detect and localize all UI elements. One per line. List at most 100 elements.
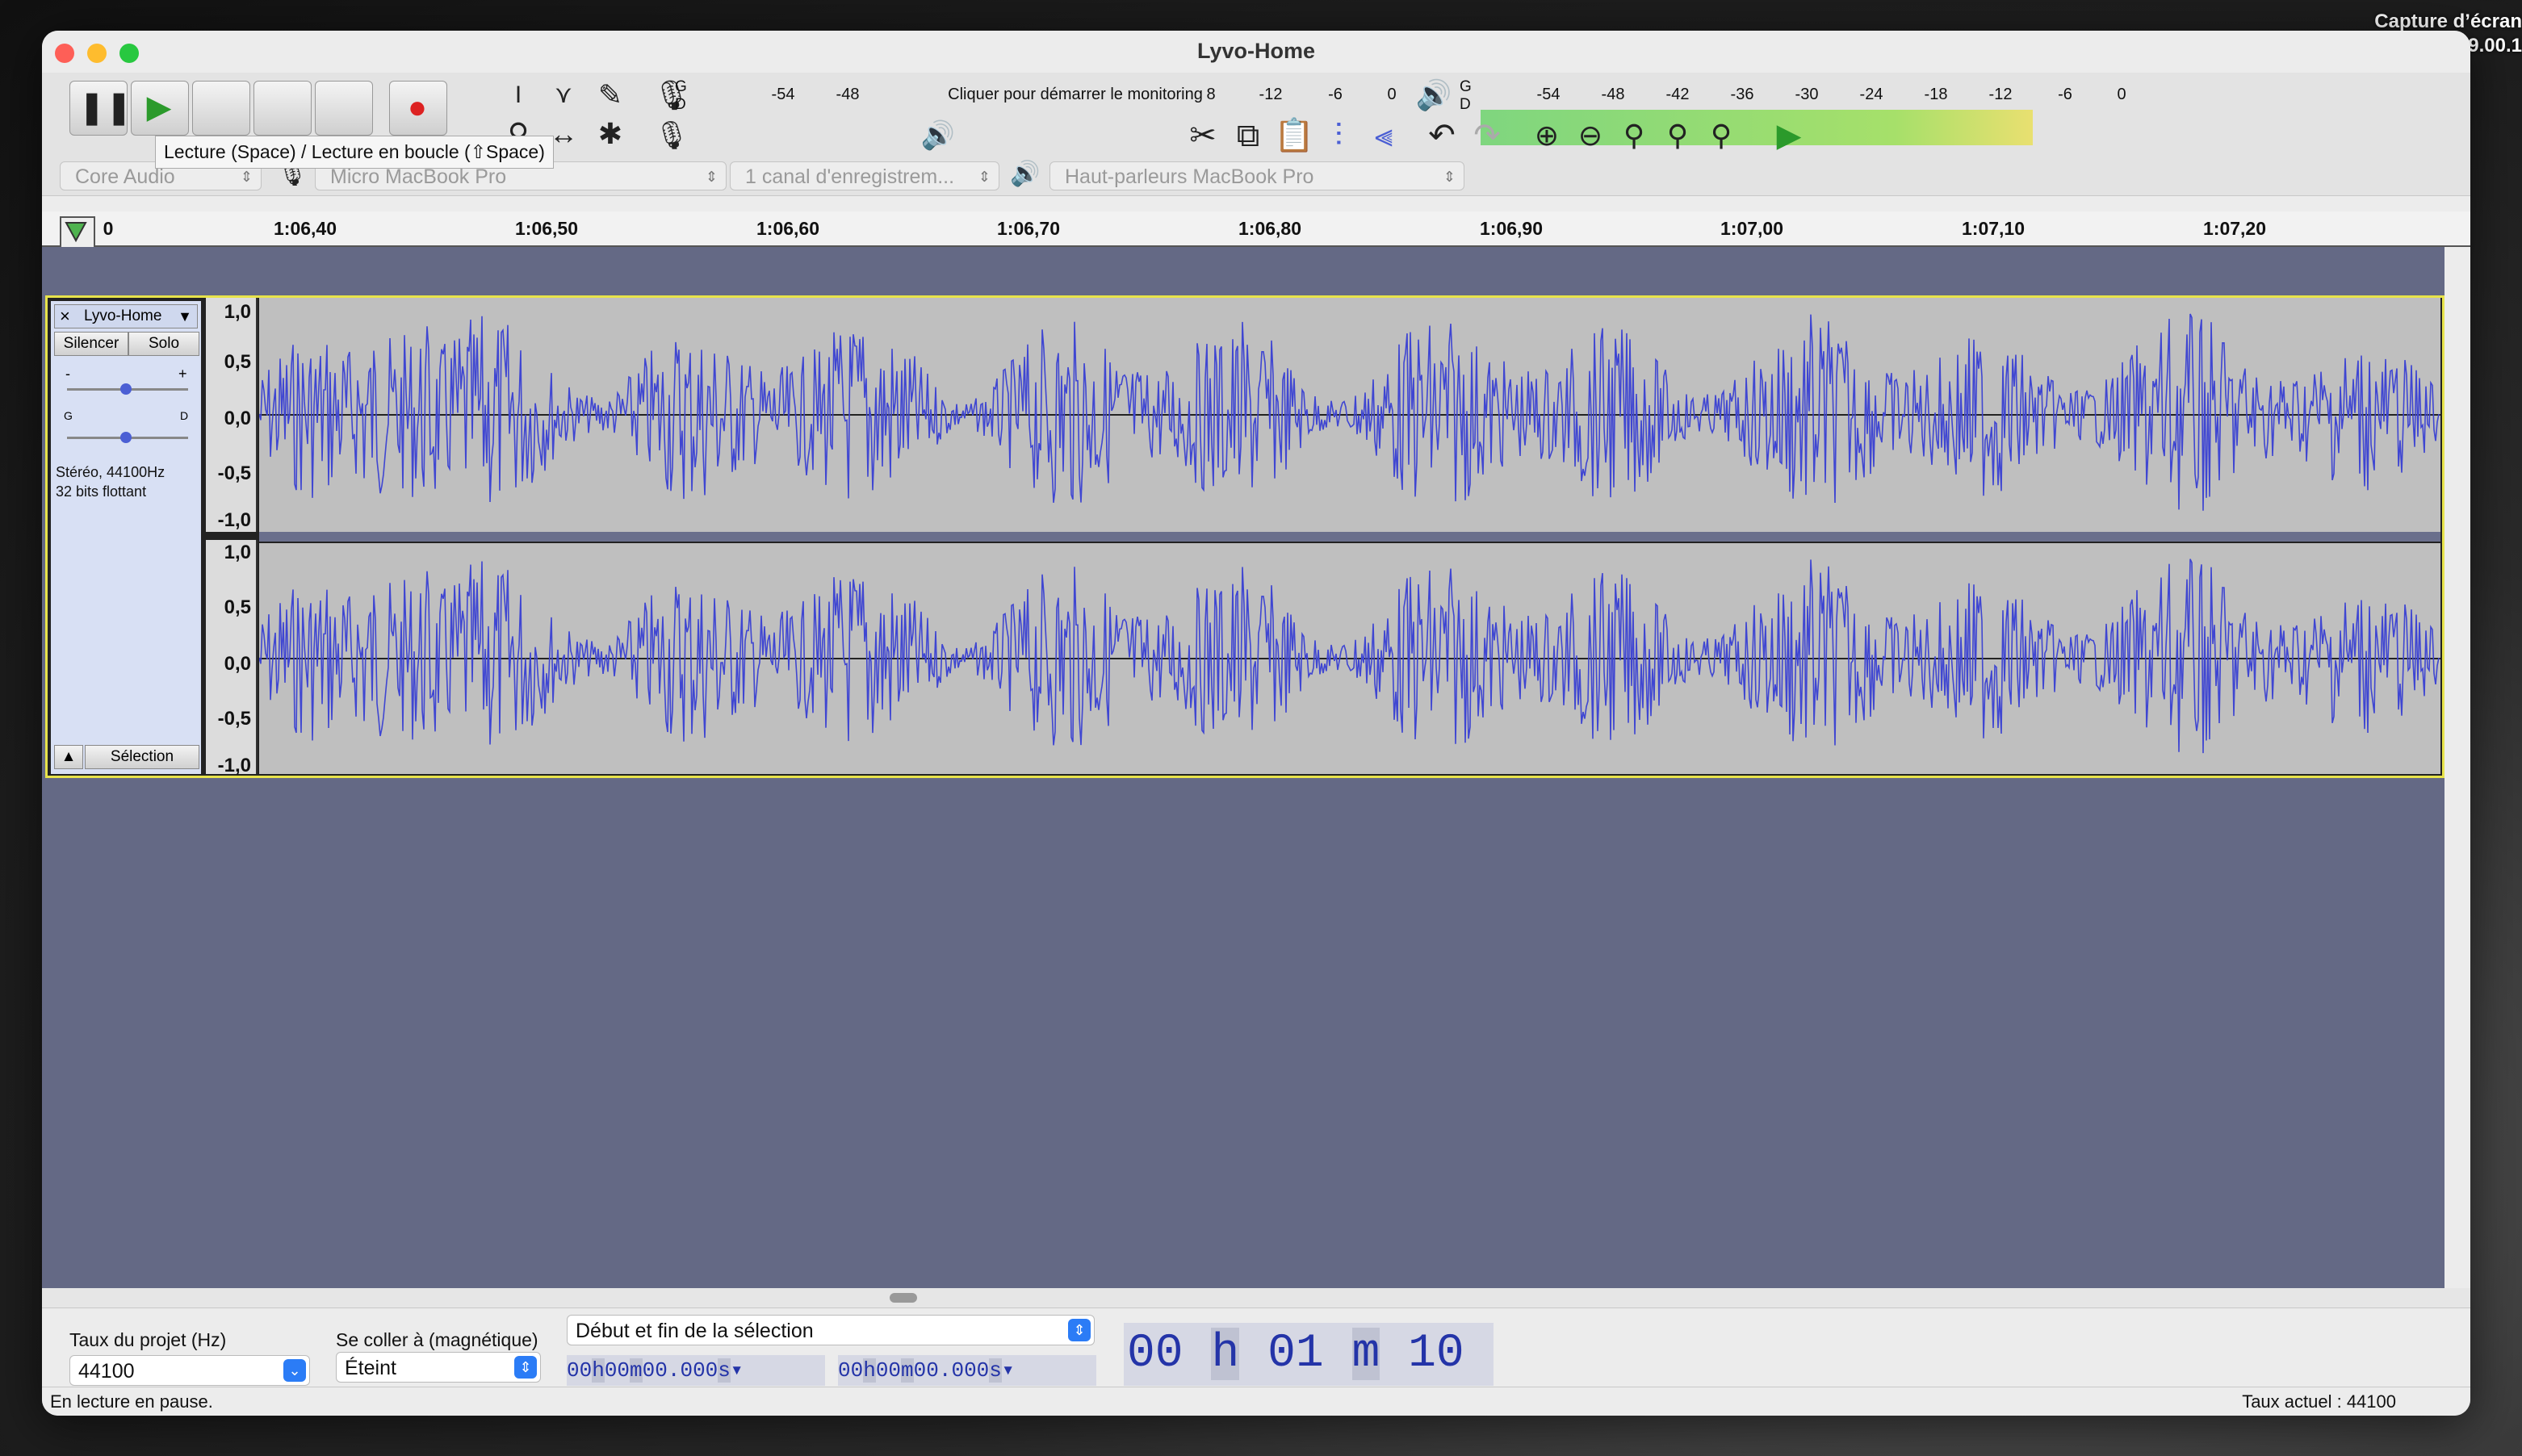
updown-icon: ⇕ bbox=[514, 1356, 537, 1379]
track-menu-icon[interactable]: ▼ bbox=[178, 305, 192, 328]
waveform-right-svg bbox=[259, 559, 2440, 754]
scale-label: -1,0 bbox=[217, 755, 251, 776]
selection-end-time[interactable]: 00h00m00.000s▾ bbox=[838, 1355, 1096, 1386]
input-device-value: Micro MacBook Pro bbox=[330, 165, 507, 188]
track-info: Stéréo, 44100Hz 32 bits flottant bbox=[56, 462, 165, 501]
snap-select[interactable]: Éteint ⇕ bbox=[336, 1352, 541, 1383]
cut-icon[interactable]: ✂ bbox=[1183, 116, 1222, 155]
waveform-right-channel[interactable] bbox=[259, 543, 2440, 774]
record-tick: -6 bbox=[1328, 86, 1343, 103]
track-control-panel: × Lyvo-Home ▼ Silencer Solo - + G D Stér… bbox=[51, 301, 201, 774]
tracks-area[interactable]: × Lyvo-Home ▼ Silencer Solo - + G D Stér… bbox=[42, 247, 2444, 1290]
record-icon: ● bbox=[407, 90, 428, 125]
playback-tick: -30 bbox=[1795, 86, 1819, 103]
redo-icon[interactable]: ↷ bbox=[1468, 116, 1506, 155]
record-button[interactable]: ● bbox=[389, 81, 447, 136]
vertical-scale-right[interactable]: 1,0 0,5 0,0 -0,5 -1,0 bbox=[206, 540, 258, 776]
time-minutes: 01 bbox=[1267, 1328, 1324, 1380]
vertical-scale-left[interactable]: 1,0 0,5 0,0 -0,5 -1,0 bbox=[206, 298, 258, 532]
pan-slider[interactable] bbox=[67, 432, 188, 443]
multi-tool-icon[interactable]: ✱ bbox=[591, 115, 630, 153]
status-text: En lecture en pause. bbox=[50, 1391, 213, 1412]
trim-icon[interactable]: ⫶ bbox=[1319, 116, 1358, 155]
track-format: Stéréo, 44100Hz bbox=[56, 464, 165, 480]
selection-mode-select[interactable]: Début et fin de la sélection ⇕ bbox=[567, 1315, 1095, 1345]
scale-label: 1,0 bbox=[224, 542, 251, 563]
record-tick: -12 bbox=[1259, 86, 1283, 103]
selection-start-time[interactable]: 00h00m00.000s▾ bbox=[567, 1355, 825, 1386]
project-rate-select[interactable]: 44100 ⌄ bbox=[69, 1355, 310, 1386]
time-seconds: 10 bbox=[1408, 1328, 1464, 1380]
speaker-icon: 🔊 bbox=[1010, 161, 1041, 187]
silence-icon[interactable]: ⫷ bbox=[1364, 116, 1403, 155]
scrollbar-thumb[interactable] bbox=[890, 1293, 917, 1303]
ruler-label: 1:06,60 bbox=[756, 218, 820, 239]
chevron-down-icon[interactable]: ▾ bbox=[731, 1358, 744, 1383]
gain-slider[interactable] bbox=[67, 383, 188, 395]
channels-value: 1 canal d'enregistrem... bbox=[745, 165, 955, 188]
playback-tick: -54 bbox=[1536, 86, 1561, 103]
playback-tick: -48 bbox=[1601, 86, 1625, 103]
playback-tick: 0 bbox=[2117, 86, 2126, 103]
audio-track[interactable]: × Lyvo-Home ▼ Silencer Solo - + G D Stér… bbox=[45, 295, 2444, 778]
time-unit: h bbox=[863, 1358, 876, 1383]
waveform-left-svg bbox=[259, 313, 2440, 511]
chevron-down-icon[interactable]: ▾ bbox=[1002, 1358, 1015, 1383]
collapse-track-button[interactable]: ▲ bbox=[54, 745, 83, 769]
skip-end-button[interactable] bbox=[315, 81, 373, 136]
record-meter-left-label: G bbox=[675, 78, 687, 95]
track-title-bar[interactable]: × Lyvo-Home ▼ bbox=[54, 304, 198, 328]
actual-rate-text: Taux actuel : 44100 bbox=[2242, 1391, 2396, 1412]
record-meter[interactable]: G D -54 -48 Cliquer pour démarrer le mon… bbox=[675, 77, 1397, 115]
waveform-left-channel[interactable] bbox=[259, 298, 2440, 532]
timeline-ruler[interactable]: 0 1:06,40 1:06,50 1:06,60 1:06,70 1:06,8… bbox=[42, 211, 2470, 249]
timeline-options-button[interactable] bbox=[60, 216, 95, 249]
speaker-icon[interactable]: 🔊 bbox=[1414, 76, 1453, 115]
pause-button[interactable]: ❚❚ bbox=[69, 81, 132, 136]
selection-tool-icon[interactable]: I bbox=[499, 76, 538, 115]
scale-label: 1,0 bbox=[224, 301, 251, 323]
mute-button[interactable]: Silencer bbox=[54, 332, 128, 356]
scale-label: 0,5 bbox=[224, 351, 251, 373]
fit-project-icon[interactable]: ⚲ bbox=[1658, 116, 1697, 155]
output-device-select[interactable]: Haut-parleurs MacBook Pro ⇕ bbox=[1049, 161, 1464, 190]
project-rate-value: 44100 bbox=[78, 1360, 135, 1383]
channel-separator bbox=[259, 532, 2440, 542]
pan-knob[interactable] bbox=[120, 432, 132, 443]
undo-icon[interactable]: ↶ bbox=[1422, 116, 1461, 155]
ruler-label: 1:06,70 bbox=[996, 218, 1061, 239]
select-track-button[interactable]: Sélection bbox=[85, 745, 199, 769]
envelope-tool-icon[interactable]: ⋎ bbox=[544, 76, 583, 115]
time-unit: m bbox=[1351, 1328, 1380, 1380]
zoom-in-icon[interactable]: ⊕ bbox=[1527, 116, 1566, 155]
draw-tool-icon[interactable]: ✎ bbox=[591, 76, 630, 115]
waveform-path bbox=[259, 313, 2440, 511]
playback-tick: -42 bbox=[1665, 86, 1690, 103]
play-at-speed-icon[interactable]: ▶ bbox=[1770, 116, 1808, 155]
scale-label: -0,5 bbox=[217, 708, 251, 730]
stop-button[interactable] bbox=[192, 81, 250, 136]
zoom-out-icon[interactable]: ⊖ bbox=[1571, 116, 1610, 155]
playback-tick: -18 bbox=[1924, 86, 1948, 103]
play-button[interactable]: ▶ bbox=[131, 81, 189, 136]
zoom-toggle-icon[interactable]: ⚲ bbox=[1702, 116, 1741, 155]
snap-label: Se coller à (magnétique) bbox=[336, 1329, 538, 1350]
monitoring-prompt[interactable]: Cliquer pour démarrer le monitoring bbox=[948, 86, 1203, 104]
solo-button[interactable]: Solo bbox=[128, 332, 199, 356]
time-hours: 00 bbox=[567, 1358, 593, 1383]
copy-icon[interactable]: ⧉ bbox=[1229, 116, 1267, 155]
channels-select[interactable]: 1 canal d'enregistrem... ⇕ bbox=[730, 161, 999, 190]
paste-icon[interactable]: 📋 bbox=[1274, 116, 1314, 155]
fit-selection-icon[interactable]: ⚲ bbox=[1615, 116, 1653, 155]
record-tick: 8 bbox=[1206, 86, 1216, 103]
playback-volume-icon: 🔊 bbox=[920, 120, 956, 151]
ruler-label: 1:06,40 bbox=[273, 218, 337, 239]
track-name[interactable]: Lyvo-Home bbox=[84, 305, 161, 328]
scale-label: -0,5 bbox=[217, 462, 251, 484]
audio-host-value: Core Audio bbox=[75, 165, 175, 188]
horizontal-scrollbar[interactable] bbox=[42, 1288, 2470, 1307]
gain-knob[interactable] bbox=[120, 383, 132, 395]
skip-start-button[interactable] bbox=[253, 81, 312, 136]
track-close-button[interactable]: × bbox=[60, 305, 70, 328]
audio-position-time[interactable]: 00 h 01 m 10 s▾ bbox=[1124, 1323, 1494, 1416]
